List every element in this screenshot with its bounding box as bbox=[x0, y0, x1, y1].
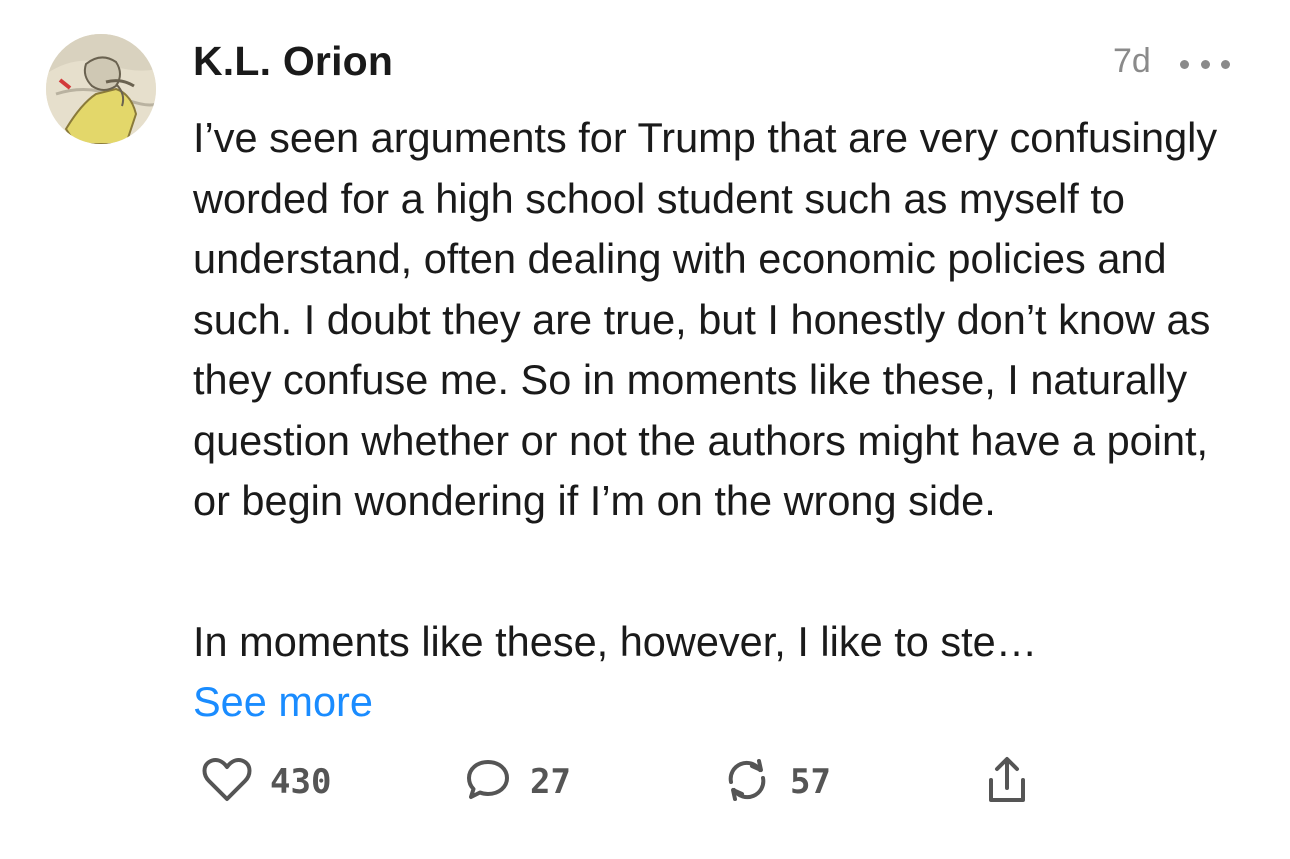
post-paragraph-1: I’ve seen arguments for Trump that are v… bbox=[193, 114, 1218, 524]
heart-icon bbox=[202, 757, 252, 808]
dot bbox=[1180, 59, 1189, 69]
dot bbox=[1200, 59, 1210, 69]
author-name[interactable]: K.L. Orion bbox=[193, 38, 393, 85]
avatar[interactable] bbox=[46, 34, 156, 144]
share-icon bbox=[983, 754, 1031, 811]
like-button[interactable]: 430 bbox=[202, 756, 331, 808]
like-count: 430 bbox=[270, 762, 332, 802]
post-timestamp: 7d bbox=[1113, 42, 1151, 80]
post-paragraph-2: In moments like these, however, I like t… bbox=[193, 618, 1038, 665]
share-button[interactable] bbox=[983, 756, 1031, 808]
restack-button[interactable]: 57 bbox=[722, 756, 831, 808]
speech-bubble-icon bbox=[464, 756, 512, 809]
dot bbox=[1221, 59, 1230, 69]
comment-button[interactable]: 27 bbox=[464, 756, 571, 808]
more-options-icon[interactable] bbox=[1180, 52, 1230, 76]
restack-count: 57 bbox=[790, 762, 831, 802]
comment-count: 27 bbox=[530, 762, 571, 802]
restack-icon bbox=[722, 755, 772, 810]
see-more-link[interactable]: See more bbox=[193, 672, 373, 732]
